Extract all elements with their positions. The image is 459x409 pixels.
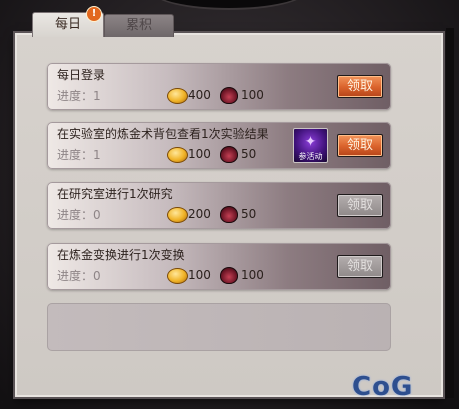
task-row: 在炼金变换进行1次变换 进度：0 100 100 领取 (47, 243, 391, 290)
watermark-logo: CoG (352, 372, 414, 402)
coin-reward: 400 (188, 88, 211, 102)
right-edge-bar (446, 28, 454, 398)
empty-task-slot (47, 303, 391, 351)
gold-coin-icon (167, 207, 188, 223)
task-progress: 进度：1 (57, 148, 101, 162)
task-progress: 进度：1 (57, 89, 101, 103)
claim-button[interactable]: 领取 (337, 134, 383, 157)
tab-cumulative[interactable]: 累积 (104, 14, 174, 37)
gold-coin-icon (167, 88, 188, 104)
coin-reward: 100 (188, 268, 211, 282)
task-title: 在研究室进行1次研究 (57, 187, 173, 201)
claim-button[interactable]: 领取 (337, 75, 383, 98)
task-progress: 进度：0 (57, 269, 101, 283)
potion-icon (220, 267, 238, 284)
task-title: 在实验室的炼金术背包查看1次实验结果 (57, 127, 269, 141)
event-label: 参活动 (298, 152, 323, 161)
coin-reward: 200 (188, 207, 211, 221)
gold-coin-icon (167, 147, 188, 163)
potion-icon (220, 87, 238, 104)
task-title: 每日登录 (57, 68, 106, 82)
claim-button-disabled[interactable]: 领取 (337, 255, 383, 278)
coin-reward: 100 (188, 147, 211, 161)
alert-badge-icon: ! (86, 6, 102, 22)
potion-reward: 100 (241, 268, 264, 282)
potion-reward: 100 (241, 88, 264, 102)
task-row: 每日登录 进度：1 400 100 领取 (47, 63, 391, 110)
potion-reward: 50 (241, 207, 257, 221)
potion-icon (220, 146, 238, 163)
potion-reward: 50 (241, 147, 257, 161)
task-row: 在研究室进行1次研究 进度：0 200 50 领取 (47, 182, 391, 229)
potion-icon (220, 206, 238, 223)
event-activity-icon[interactable]: ✦ 参活动 (293, 128, 328, 163)
task-title: 在炼金变换进行1次变换 (57, 248, 185, 262)
claim-button-disabled[interactable]: 领取 (337, 194, 383, 217)
sparkle-icon: ✦ (304, 134, 317, 150)
task-row: 在实验室的炼金术背包查看1次实验结果 进度：1 100 50 ✦ 参活动 领取 (47, 122, 391, 169)
gold-coin-icon (167, 268, 188, 284)
task-progress: 进度：0 (57, 208, 101, 222)
